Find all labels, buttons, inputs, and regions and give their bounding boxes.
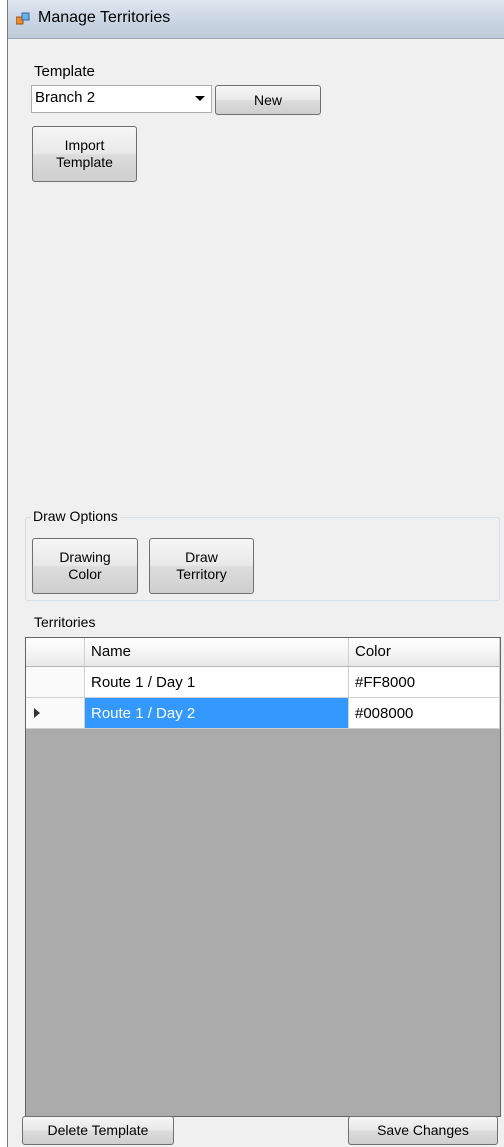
- import-template-button[interactable]: Import Template: [32, 126, 137, 182]
- column-header-color[interactable]: Color: [349, 638, 500, 666]
- row-header[interactable]: [26, 698, 85, 729]
- delete-template-button[interactable]: Delete Template: [22, 1116, 174, 1145]
- new-template-button[interactable]: New: [215, 85, 321, 115]
- drawing-color-button[interactable]: Drawing Color: [32, 538, 138, 594]
- current-row-pointer-icon: [34, 708, 40, 718]
- column-header-name[interactable]: Name: [85, 638, 349, 666]
- drawing-color-label-line2: Color: [68, 566, 102, 582]
- template-select-value: Branch 2: [35, 89, 96, 106]
- save-changes-button[interactable]: Save Changes: [348, 1116, 498, 1145]
- draw-territory-label-line1: Draw: [185, 549, 218, 565]
- territories-title: Territories: [34, 614, 96, 630]
- row-header[interactable]: [26, 667, 85, 698]
- territory-name-cell[interactable]: Route 1 / Day 2: [85, 698, 349, 729]
- import-button-label-line2: Template: [56, 154, 113, 170]
- import-button-label-line1: Import: [64, 137, 105, 153]
- row-header-corner: [26, 638, 85, 666]
- territory-color-cell[interactable]: #FF8000: [349, 667, 500, 698]
- draw-territory-button[interactable]: Draw Territory: [149, 538, 254, 594]
- window-title: Manage Territories: [38, 9, 171, 26]
- new-template-button-label: New: [253, 91, 282, 108]
- draw-options-title: Draw Options: [31, 508, 120, 524]
- draw-territory-label-line2: Territory: [176, 566, 227, 582]
- territories-grid[interactable]: Name Color Route 1 / Day 1 #FF8000 Route…: [25, 637, 501, 1117]
- template-label: Template: [34, 63, 95, 80]
- template-select[interactable]: Branch 2: [31, 85, 212, 113]
- app-icon: [16, 12, 30, 25]
- save-changes-label: Save Changes: [377, 1122, 469, 1138]
- manage-territories-window: Manage Territories Template Branch 2 New…: [7, 0, 504, 1147]
- grid-header: Name Color: [26, 638, 500, 667]
- delete-template-label: Delete Template: [47, 1122, 149, 1138]
- chevron-down-icon[interactable]: [195, 96, 205, 101]
- title-bar: Manage Territories: [8, 0, 504, 39]
- territory-name-cell[interactable]: Route 1 / Day 1: [85, 667, 349, 698]
- territory-color-cell[interactable]: #008000: [349, 698, 500, 729]
- drawing-color-label-line1: Drawing: [59, 549, 111, 565]
